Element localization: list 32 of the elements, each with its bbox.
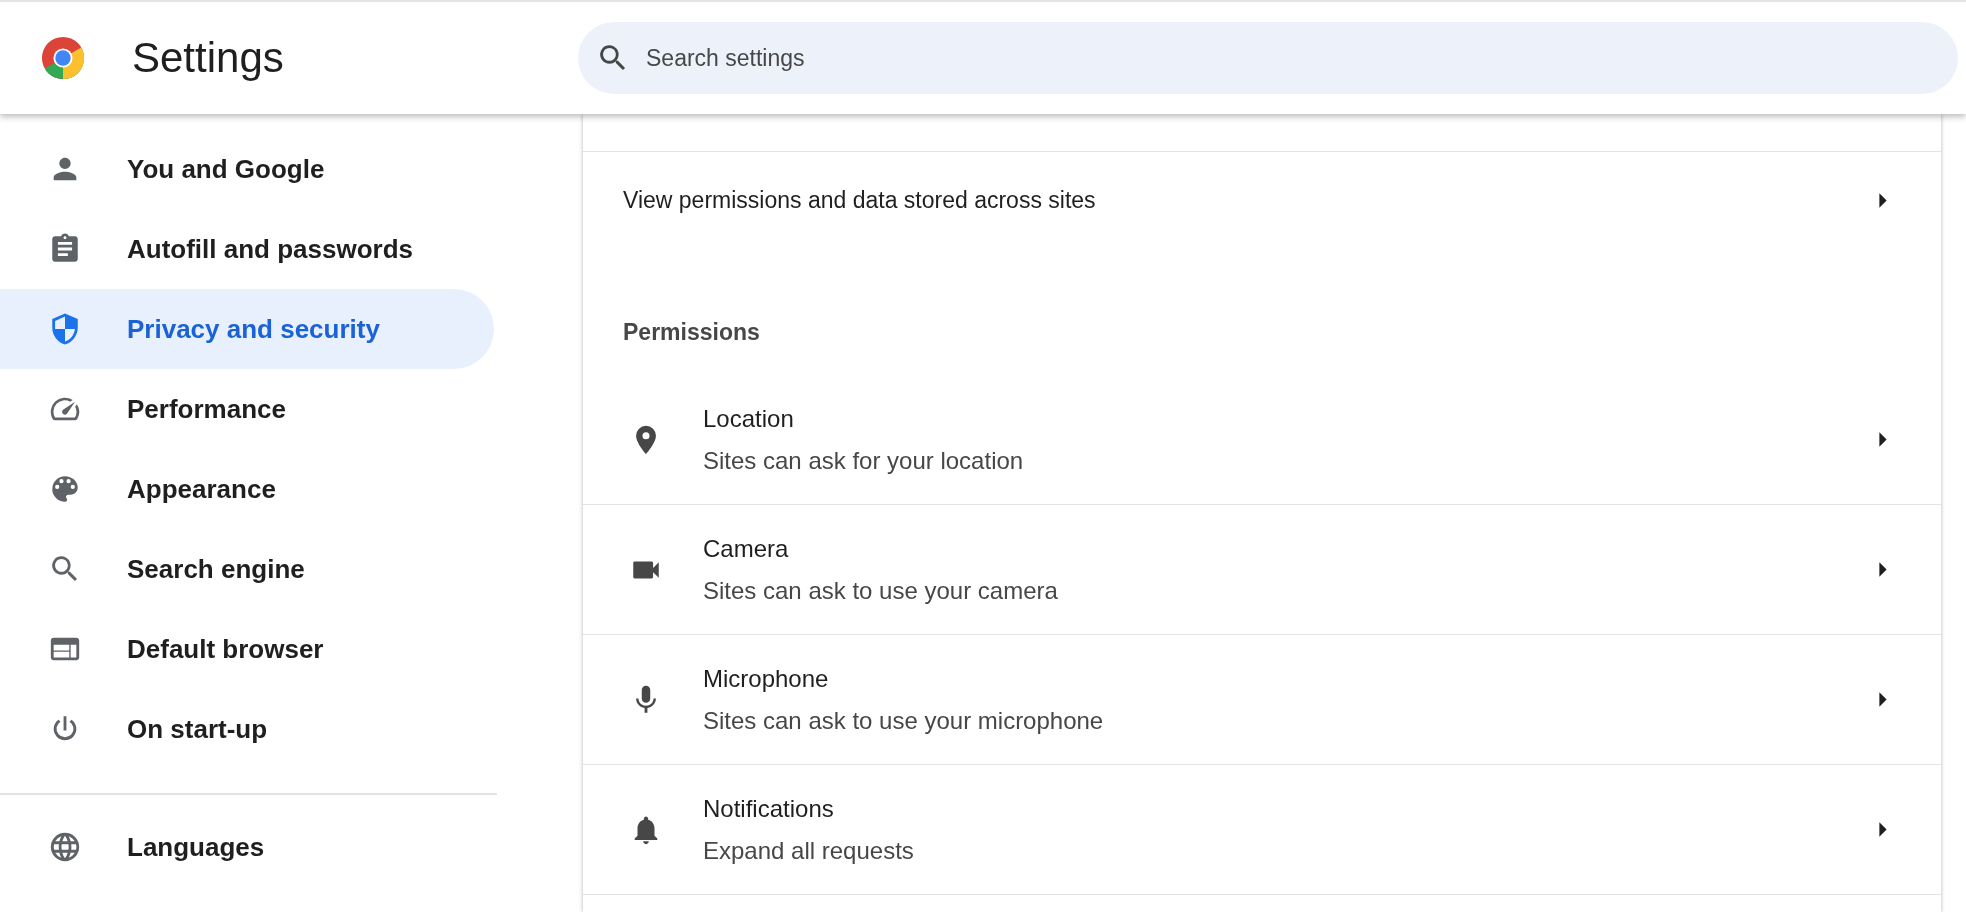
permission-title: Location [703,404,794,433]
arrow-right-icon [1877,431,1889,448]
section-heading: Permissions [622,318,761,347]
sidebar-item[interactable]: Languages [0,807,494,887]
page-title: Settings [132,34,285,82]
permission-description: Sites can ask for your location [703,446,1024,475]
permission-row[interactable]: Location Sites can ask for your location [583,375,1941,505]
permission-row[interactable]: Microphone Sites can ask to use your microphone [583,635,1941,765]
permission-row[interactable]: Notifications Expand all requests [583,765,1941,895]
permission-title: Camera [703,534,789,563]
sidebar-item[interactable]: Appearance [0,449,494,529]
permission-title: Notifications [703,794,834,823]
permission-row[interactable]: Camera Sites can ask to use your camera [583,505,1941,635]
sidebar-item[interactable]: Default browser [0,609,494,689]
permission-description: Expand all requests [703,836,914,865]
settings-row[interactable]: View permissions and data stored across sites [583,152,1941,248]
permission-description: Sites can ask to use your microphone [703,706,1104,735]
arrow-right-icon [1877,191,1889,209]
arrow-right-icon [1877,561,1889,578]
sidebar-item[interactable]: Autofill and passwords [0,209,494,289]
sidebar-item[interactable]: Search engine [0,529,494,609]
arrow-right-icon [1877,821,1889,838]
sidebar-item[interactable]: Performance [0,369,494,449]
sidebar-item[interactable]: You and Google [0,129,494,209]
arrow-right-icon [1877,691,1889,708]
sidebar-item[interactable]: On start-up [0,689,494,769]
permission-title: Microphone [703,664,829,693]
globe-icon [48,830,82,864]
sidebar-item[interactable]: Privacy and security [0,289,494,369]
search-field[interactable]: Search settings [578,22,1958,94]
browser-logo-icon [40,35,86,81]
permission-description: Sites can ask to use your camera [703,576,1058,605]
